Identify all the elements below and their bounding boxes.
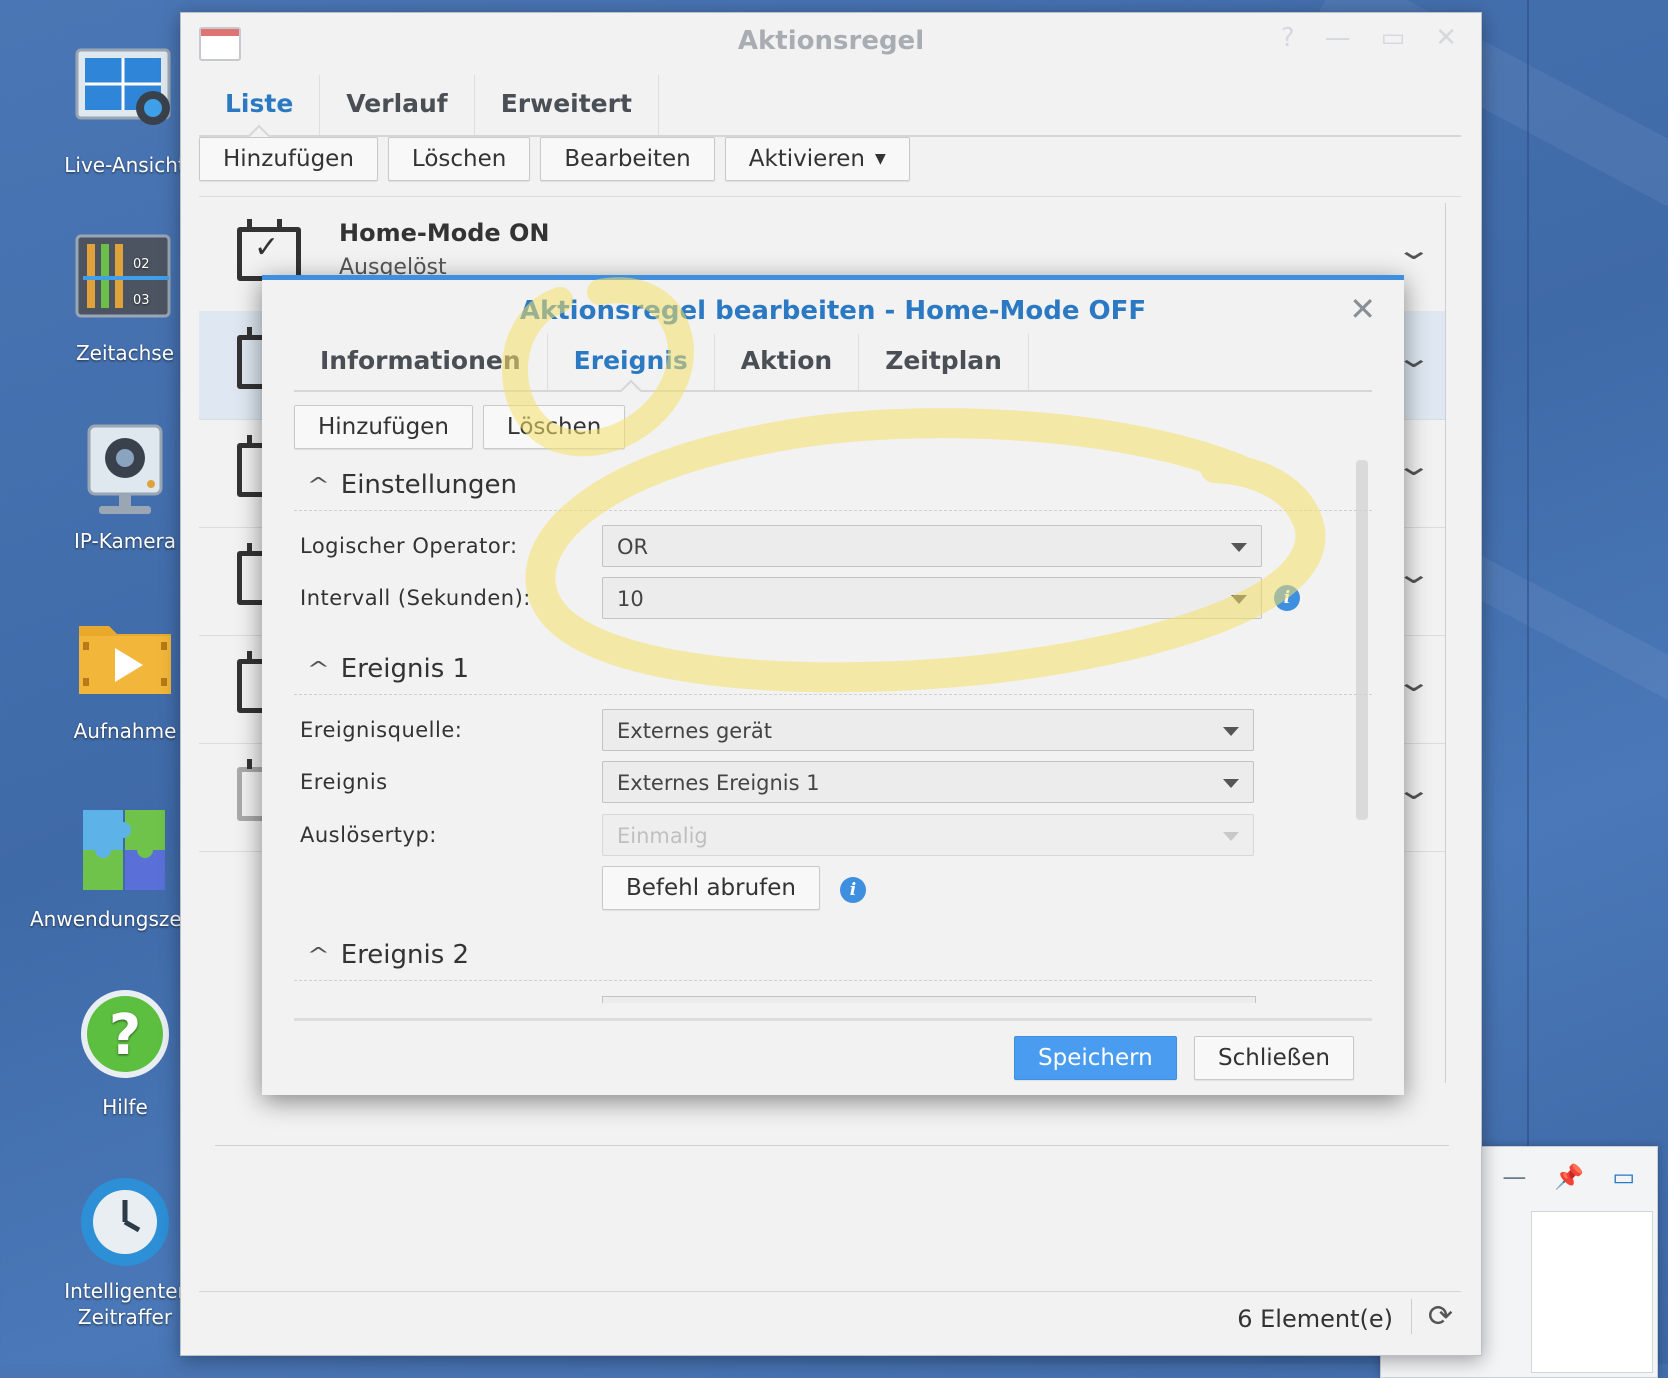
dialog-footer-divider <box>294 1018 1372 1021</box>
section-title: Ereignis 1 <box>340 654 470 684</box>
timeline-mark-02: 02 <box>133 257 150 272</box>
timeline-mark-03: 03 <box>133 293 150 308</box>
event-label: Ereignis <box>300 770 388 794</box>
trigger-type-select: Einmalig <box>602 814 1254 856</box>
section-event2-header[interactable]: ^ Ereignis 2 <box>306 940 470 970</box>
sidebar-toggle-icon[interactable]: ▭ <box>1612 1163 1635 1191</box>
scrollbar[interactable] <box>1356 460 1368 820</box>
section-divider <box>294 694 1372 695</box>
info-icon[interactable]: i <box>840 877 866 903</box>
dropdown-arrow-icon <box>1223 832 1239 841</box>
toolbar-divider <box>199 196 1461 197</box>
fetch-command-button[interactable]: Befehl abrufen <box>602 866 821 910</box>
dialog-tabs: Informationen Ereignis Aktion Zeitplan <box>294 334 1372 392</box>
chevron-down-icon[interactable]: ⌄ <box>1394 233 1432 266</box>
edit-button[interactable]: Bearbeiten <box>540 137 715 181</box>
chevron-up-icon: ^ <box>306 473 331 497</box>
section-title: Ereignis 2 <box>340 940 470 970</box>
operator-select[interactable]: OR <box>602 525 1262 567</box>
item-count: 6 Element(e) <box>1237 1305 1393 1333</box>
edit-rule-dialog: Aktionsregel bearbeiten - Home-Mode OFF … <box>262 275 1404 1095</box>
help-icon[interactable]: ? <box>1281 23 1295 53</box>
tab-history[interactable]: Verlauf <box>320 75 475 135</box>
section-title: Einstellungen <box>340 470 518 500</box>
tab-event[interactable]: Ereignis <box>548 334 715 390</box>
tab-schedule[interactable]: Zeitplan <box>859 334 1029 390</box>
rule-name: Home-Mode ON <box>339 219 550 247</box>
main-toolbar: Hinzufügen Löschen Bearbeiten Aktivieren… <box>199 137 910 181</box>
dropdown-arrow-icon <box>1223 727 1239 736</box>
event-source-select[interactable]: Externes gerät <box>602 709 1254 751</box>
timeline-icon: 02 03 <box>75 234 175 334</box>
footer-divider <box>199 1291 1461 1292</box>
refresh-icon[interactable]: ⟳ <box>1410 1299 1453 1334</box>
tab-list[interactable]: Liste <box>199 75 321 135</box>
tab-information[interactable]: Informationen <box>294 334 548 390</box>
window-controls: ? — ▭ ✕ <box>1281 23 1457 53</box>
section-divider <box>294 510 1372 511</box>
activate-dropdown-button[interactable]: Aktivieren ▼ <box>724 137 910 181</box>
section-settings-header[interactable]: ^ Einstellungen <box>306 470 518 500</box>
chevron-up-icon: ^ <box>306 657 331 681</box>
delete-event-button[interactable]: Löschen <box>482 405 626 449</box>
dropdown-arrow-icon <box>1231 543 1247 552</box>
interval-label: Intervall (Sekunden): <box>300 586 531 610</box>
timelapse-clock-icon <box>75 1172 175 1272</box>
monitor-icon <box>75 46 175 146</box>
puzzle-icon <box>75 800 175 900</box>
dialog-toolbar: Hinzufügen Löschen <box>294 405 626 449</box>
section-divider <box>294 980 1372 981</box>
calendar-check-icon: ✓ <box>237 219 301 281</box>
tab-action[interactable]: Aktion <box>715 334 860 390</box>
tab-advanced[interactable]: Erweitert <box>475 75 659 135</box>
section-event1-header[interactable]: ^ Ereignis 1 <box>306 654 470 684</box>
event2-field-edge <box>602 996 1256 1003</box>
close-button[interactable]: Schließen <box>1194 1036 1354 1080</box>
dialog-title: Aktionsregel bearbeiten - Home-Mode OFF <box>519 296 1147 326</box>
trigger-type-value: Einmalig <box>617 824 708 848</box>
trigger-type-label: Auslösertyp: <box>300 823 437 847</box>
event-source-label: Ereignisquelle: <box>300 718 463 742</box>
save-button[interactable]: Speichern <box>1014 1036 1177 1080</box>
pin-icon[interactable]: 📌 <box>1554 1163 1584 1191</box>
minimize-icon[interactable]: — <box>1502 1163 1526 1191</box>
close-icon[interactable]: ✕ <box>1435 23 1457 53</box>
ip-camera-icon <box>75 422 175 522</box>
operator-value: OR <box>617 535 649 559</box>
help-icon: ? <box>75 988 175 1088</box>
activate-label: Aktivieren <box>748 146 866 172</box>
list-bottom-line <box>215 1145 1449 1146</box>
add-event-button[interactable]: Hinzufügen <box>294 405 473 449</box>
close-icon[interactable]: ✕ <box>1349 290 1376 328</box>
dropdown-arrow-icon <box>1223 779 1239 788</box>
dropdown-arrow-icon <box>1231 595 1247 604</box>
interval-select[interactable]: 10 <box>602 577 1262 619</box>
main-tabs: Liste Verlauf Erweitert <box>199 75 1461 137</box>
event-source-value: Externes gerät <box>617 719 772 743</box>
interval-value: 10 <box>617 587 644 611</box>
chevron-up-icon: ^ <box>306 943 331 967</box>
background-window-content <box>1531 1211 1653 1373</box>
add-button[interactable]: Hinzufügen <box>199 137 378 181</box>
caret-down-icon: ▼ <box>875 151 886 167</box>
event-value: Externes Ereignis 1 <box>617 771 820 795</box>
event-select[interactable]: Externes Ereignis 1 <box>602 761 1254 803</box>
minimize-icon[interactable]: — <box>1325 23 1351 53</box>
folder-play-icon <box>75 612 175 712</box>
delete-button[interactable]: Löschen <box>387 137 531 181</box>
maximize-icon[interactable]: ▭ <box>1381 23 1406 53</box>
operator-label: Logischer Operator: <box>300 534 518 558</box>
info-icon[interactable]: i <box>1274 585 1300 611</box>
svg-text:?: ? <box>109 1003 141 1068</box>
